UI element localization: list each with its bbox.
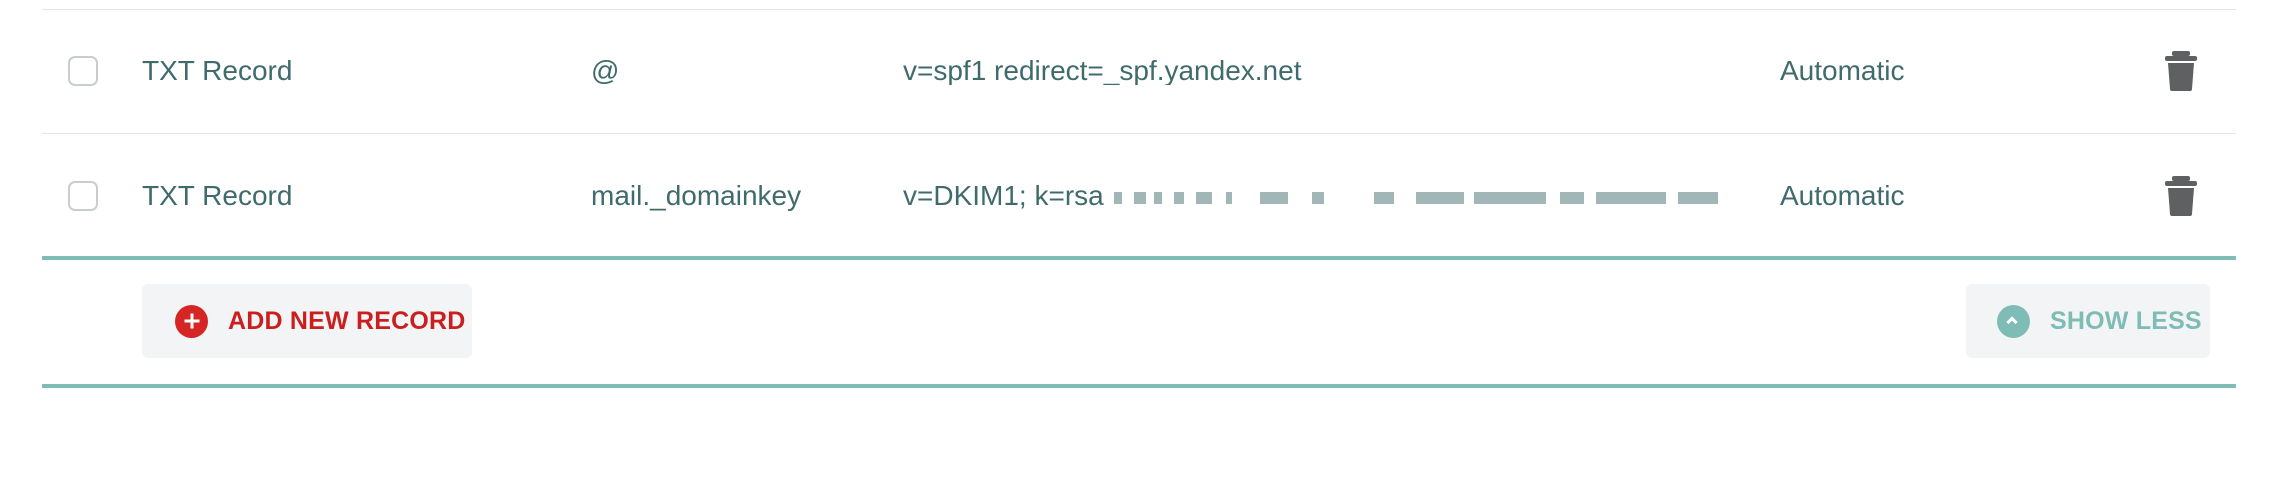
record-ttl: Automatic — [1780, 180, 1905, 211]
record-host: @ — [591, 55, 620, 86]
record-value-prefix: v=DKIM1; k=rsa — [903, 182, 1104, 210]
trash-icon[interactable] — [2164, 175, 2198, 217]
dns-records-panel: TXT Record @ v=spf1 redirect=_spf.yandex… — [0, 0, 2286, 478]
redacted-value-mask — [1113, 189, 1736, 207]
show-less-label: SHOW LESS — [2050, 306, 2202, 335]
record-ttl: Automatic — [1780, 55, 1905, 86]
records-footer: ADD NEW RECORD SHOW LESS — [42, 258, 2236, 384]
table-row: TXT Record @ v=spf1 redirect=_spf.yandex… — [42, 9, 2236, 133]
show-less-button[interactable]: SHOW LESS — [1966, 284, 2210, 358]
plus-circle-icon — [175, 304, 208, 338]
trash-icon[interactable] — [2164, 50, 2198, 92]
record-value: v=spf1 redirect=_spf.yandex.net — [903, 57, 1302, 85]
section-bottom-border — [42, 384, 2236, 388]
checkbox-icon[interactable] — [68, 181, 98, 211]
add-new-record-label: ADD NEW RECORD — [228, 306, 466, 335]
checkbox-icon[interactable] — [68, 56, 98, 86]
record-value: v=DKIM1; k=rsa — [903, 182, 1761, 210]
record-type: TXT Record — [142, 180, 293, 211]
add-new-record-button[interactable]: ADD NEW RECORD — [142, 284, 472, 358]
record-type: TXT Record — [142, 55, 293, 86]
table-row: TXT Record mail._domainkey v=DKIM1; k=rs… — [42, 134, 2236, 258]
record-host: mail._domainkey — [591, 180, 802, 211]
chevron-up-circle-icon — [1997, 304, 2030, 338]
